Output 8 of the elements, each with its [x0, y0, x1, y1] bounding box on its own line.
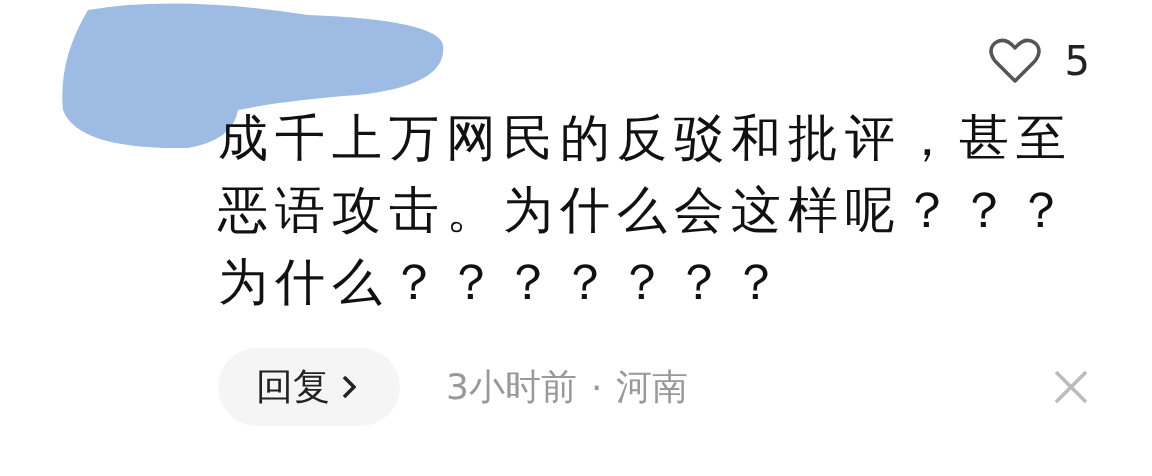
like-count: 5: [1064, 38, 1090, 84]
separator: ·: [590, 366, 603, 408]
timestamp: 3小时前: [446, 364, 577, 409]
reply-button[interactable]: 回复: [218, 348, 400, 426]
comment-text: 成千上万网民的反驳和批评，甚至恶语攻击。为什么会这样呢？？？为什么？？？？？？？: [218, 108, 1074, 313]
chevron-icon: [342, 375, 356, 399]
location: 河南: [616, 364, 689, 409]
heart-icon[interactable]: [988, 38, 1041, 84]
